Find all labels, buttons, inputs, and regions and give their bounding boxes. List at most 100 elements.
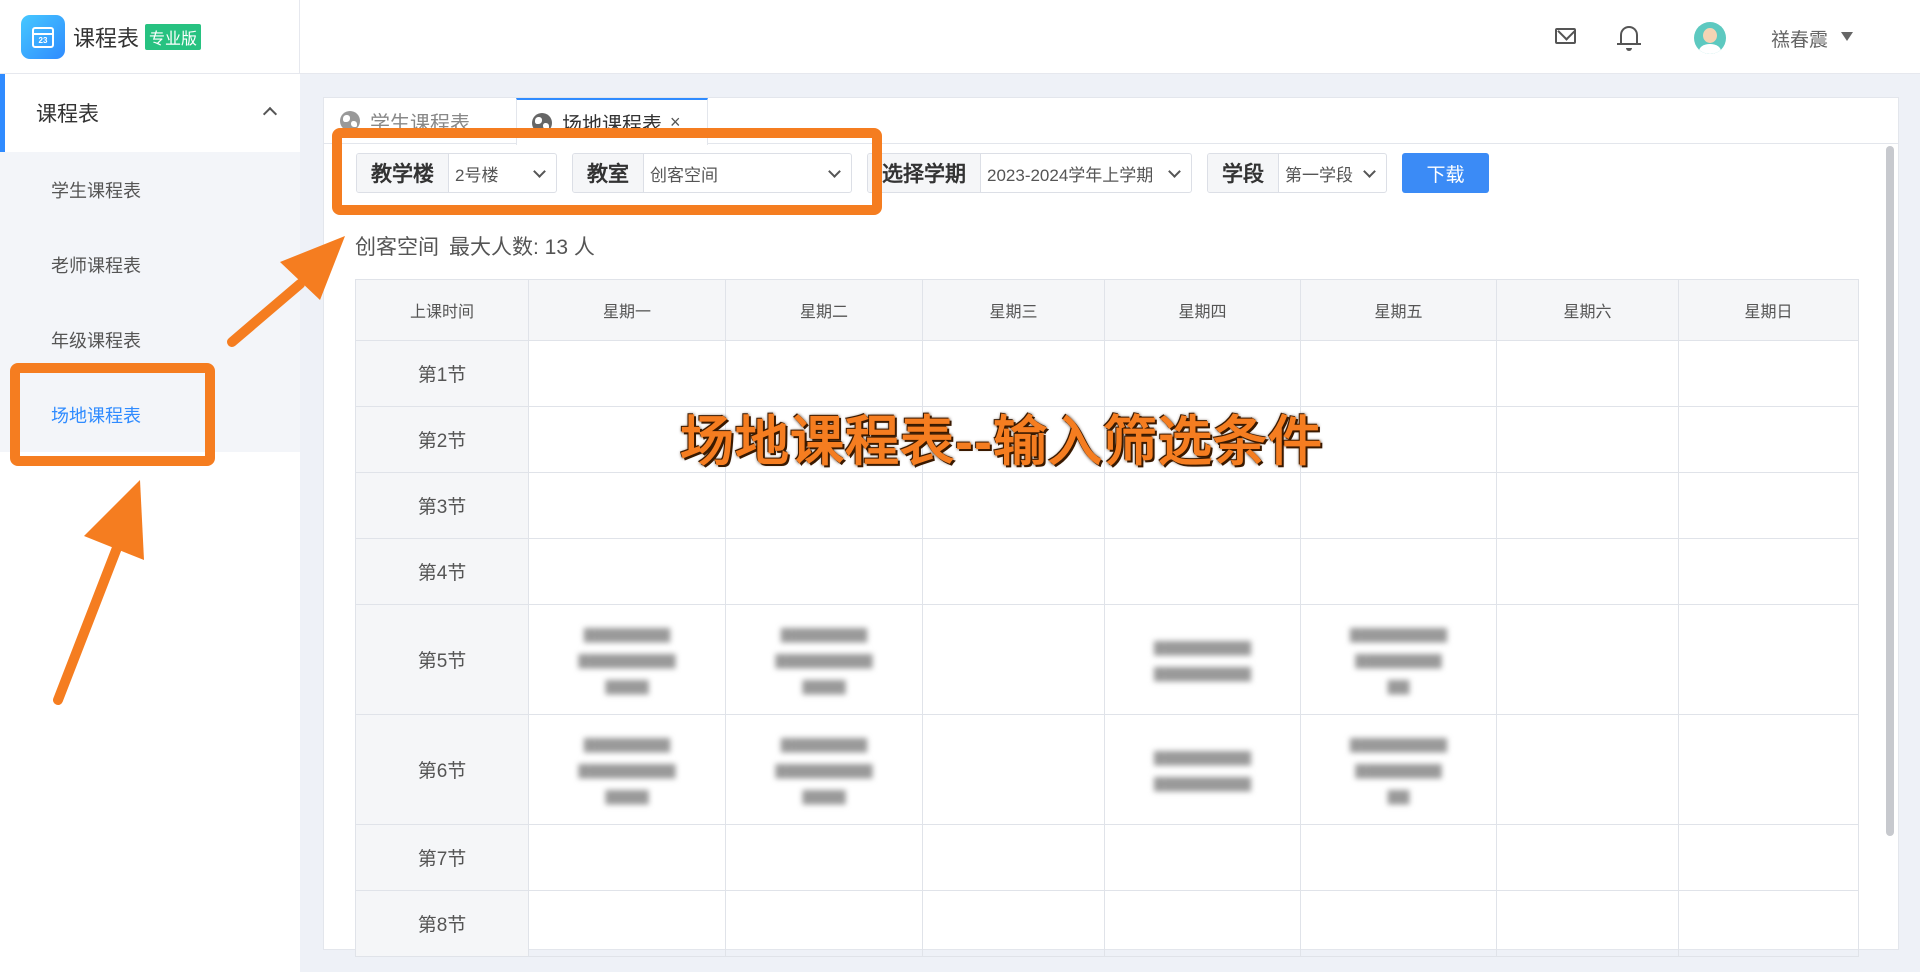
blurred-class-entry: ▇▇▇▇▇▇▇▇ ▇▇▇▇▇▇▇▇▇ ▇▇▇▇ <box>578 625 676 694</box>
stage-value: 第一学段 <box>1285 165 1353 185</box>
table-row: 第6节 ▇▇▇▇▇▇▇▇ ▇▇▇▇▇▇▇▇▇ ▇▇▇▇ ▇▇▇▇▇▇▇▇ ▇▇▇▇▇▇… <box>355 714 1859 825</box>
timetable-cell[interactable] <box>1300 472 1497 539</box>
timetable-cell[interactable] <box>1300 340 1497 407</box>
calendar-logo-icon: 23 <box>21 15 65 59</box>
timetable-cell[interactable] <box>725 472 923 539</box>
sidebar-item-student-timetable[interactable]: 学生课程表 <box>0 152 300 227</box>
timetable-cell[interactable] <box>1678 890 1859 957</box>
timetable-cell-blurred[interactable]: ▇▇▇▇▇▇▇▇▇ ▇▇▇▇▇▇▇▇ ▇▇ <box>1300 714 1497 825</box>
sidebar: 课程表 学生课程表 老师课程表 年级课程表 场地课程表 <box>0 74 300 972</box>
timetable-cell[interactable] <box>528 824 726 891</box>
timetable-cell[interactable] <box>1496 406 1679 473</box>
timetable-cell[interactable] <box>1300 824 1497 891</box>
timetable-cell-blurred[interactable]: ▇▇▇▇▇▇▇▇ ▇▇▇▇▇▇▇▇▇ ▇▇▇▇ <box>528 714 726 825</box>
period-label: 第4节 <box>355 538 529 605</box>
timetable-cell[interactable] <box>1496 538 1679 605</box>
table-row: 第5节 ▇▇▇▇▇▇▇▇ ▇▇▇▇▇▇▇▇▇ ▇▇▇▇ ▇▇▇▇▇▇▇▇ ▇▇▇▇▇▇… <box>355 604 1859 715</box>
term-value: 2023-2024学年上学期 <box>987 165 1154 185</box>
timetable-cell-blurred[interactable]: ▇▇▇▇▇▇▇▇▇ ▇▇▇▇▇▇▇▇ ▇▇ <box>1300 604 1497 715</box>
timetable-cell[interactable] <box>725 890 923 957</box>
period-label: 第2节 <box>355 406 529 473</box>
timetable-cell[interactable] <box>528 538 726 605</box>
caret-down-icon[interactable] <box>1841 32 1853 41</box>
timetable-cell[interactable] <box>1496 714 1679 825</box>
blurred-class-entry: ▇▇▇▇▇▇▇▇▇ ▇▇▇▇▇▇▇▇ ▇▇ <box>1350 735 1447 804</box>
room-name: 创客空间 <box>355 236 439 259</box>
app-title: 课程表 <box>73 26 140 51</box>
timetable-cell[interactable] <box>1678 604 1859 715</box>
timetable-cell[interactable] <box>1104 824 1301 891</box>
table-row: 第4节 <box>355 538 1859 605</box>
avatar[interactable] <box>1694 22 1726 54</box>
timetable-cell[interactable] <box>1496 604 1679 715</box>
bell-icon[interactable] <box>1617 26 1641 51</box>
term-select[interactable]: 2023-2024学年上学期 <box>981 154 1191 192</box>
sidebar-group-label: 课程表 <box>36 103 99 126</box>
timetable-cell[interactable] <box>1678 538 1859 605</box>
mail-icon[interactable] <box>1555 28 1576 44</box>
timetable-cell[interactable] <box>1678 824 1859 891</box>
room-capacity: 最大人数: 13 人 <box>449 236 595 259</box>
timetable-cell[interactable] <box>1496 890 1679 957</box>
main-panel: 学生课程表 场地课程表 × 教学楼 2号楼 教室 创客空间 选择学期 2023-… <box>323 97 1899 957</box>
timetable-cell[interactable] <box>1496 472 1679 539</box>
chevron-up-icon <box>262 106 278 122</box>
header-thursday: 星期四 <box>1104 279 1301 341</box>
sidebar-item-teacher-timetable[interactable]: 老师课程表 <box>0 227 300 302</box>
timetable-grid: 上课时间 星期一 星期二 星期三 星期四 星期五 星期六 星期日 第1节 第2节… <box>355 279 1859 957</box>
top-bar: 23 课程表 专业版 禚春震 <box>0 0 1920 74</box>
timetable-cell-blurred[interactable]: ▇▇▇▇▇▇▇▇ ▇▇▇▇▇▇▇▇▇ ▇▇▇▇ <box>725 714 923 825</box>
timetable-cell[interactable] <box>1300 406 1497 473</box>
blurred-class-entry: ▇▇▇▇▇▇▇▇ ▇▇▇▇▇▇▇▇▇ ▇▇▇▇ <box>578 735 676 804</box>
timetable-cell[interactable] <box>528 890 726 957</box>
timetable-cell[interactable] <box>922 824 1105 891</box>
timetable-cell[interactable] <box>922 472 1105 539</box>
period-label: 第8节 <box>355 890 529 957</box>
timetable-cell-blurred[interactable]: ▇▇▇▇▇▇▇▇ ▇▇▇▇▇▇▇▇▇ ▇▇▇▇ <box>528 604 726 715</box>
period-label: 第1节 <box>355 340 529 407</box>
timetable-cell[interactable] <box>922 714 1105 825</box>
timetable-cell[interactable] <box>922 538 1105 605</box>
timetable-cell[interactable] <box>1496 340 1679 407</box>
timetable-cell[interactable] <box>1496 824 1679 891</box>
timetable-cell[interactable] <box>922 890 1105 957</box>
timetable-cell[interactable] <box>1300 538 1497 605</box>
user-name[interactable]: 禚春震 <box>1771 25 1828 52</box>
period-label: 第5节 <box>355 604 529 715</box>
timetable-cell-blurred[interactable]: ▇▇▇▇▇▇▇▇▇ ▇▇▇▇▇▇▇▇▇ <box>1104 714 1301 825</box>
download-button[interactable]: 下载 <box>1402 153 1489 193</box>
timetable-cell-blurred[interactable]: ▇▇▇▇▇▇▇▇▇ ▇▇▇▇▇▇▇▇▇ <box>1104 604 1301 715</box>
annotation-callout: 场地课程表--输入筛选条件 <box>680 412 1323 472</box>
blurred-class-entry: ▇▇▇▇▇▇▇▇▇ ▇▇▇▇▇▇▇▇ ▇▇ <box>1350 625 1447 694</box>
timetable-header-row: 上课时间 星期一 星期二 星期三 星期四 星期五 星期六 星期日 <box>355 279 1859 341</box>
header-sunday: 星期日 <box>1678 279 1859 341</box>
blurred-class-entry: ▇▇▇▇▇▇▇▇ ▇▇▇▇▇▇▇▇▇ ▇▇▇▇ <box>775 625 873 694</box>
timetable-cell[interactable] <box>725 538 923 605</box>
timetable-cell-blurred[interactable]: ▇▇▇▇▇▇▇▇ ▇▇▇▇▇▇▇▇▇ ▇▇▇▇ <box>725 604 923 715</box>
timetable-cell[interactable] <box>1678 340 1859 407</box>
stage-select[interactable]: 第一学段 <box>1279 154 1386 192</box>
table-row: 第8节 <box>355 890 1859 957</box>
chevron-down-icon <box>1168 165 1181 178</box>
table-row: 第7节 <box>355 824 1859 891</box>
brand: 23 课程表 专业版 <box>0 0 300 74</box>
timetable-cell[interactable] <box>1678 472 1859 539</box>
timetable-cell[interactable] <box>528 472 726 539</box>
header-wednesday: 星期三 <box>922 279 1105 341</box>
timetable-cell[interactable] <box>1104 472 1301 539</box>
period-label: 第6节 <box>355 714 529 825</box>
edition-badge: 专业版 <box>145 24 202 50</box>
blurred-class-entry: ▇▇▇▇▇▇▇▇ ▇▇▇▇▇▇▇▇▇ ▇▇▇▇ <box>775 735 873 804</box>
header-monday: 星期一 <box>528 279 726 341</box>
sidebar-group-timetable[interactable]: 课程表 <box>0 74 300 152</box>
timetable-cell[interactable] <box>1678 406 1859 473</box>
vertical-scrollbar[interactable] <box>1886 146 1894 836</box>
timetable-cell[interactable] <box>922 604 1105 715</box>
timetable-cell[interactable] <box>1300 890 1497 957</box>
blurred-class-entry: ▇▇▇▇▇▇▇▇▇ ▇▇▇▇▇▇▇▇▇ <box>1154 748 1251 791</box>
timetable-cell[interactable] <box>1104 890 1301 957</box>
timetable-cell[interactable] <box>1678 714 1859 825</box>
timetable-cell[interactable] <box>725 824 923 891</box>
timetable-cell[interactable] <box>1104 538 1301 605</box>
table-row: 第3节 <box>355 472 1859 539</box>
